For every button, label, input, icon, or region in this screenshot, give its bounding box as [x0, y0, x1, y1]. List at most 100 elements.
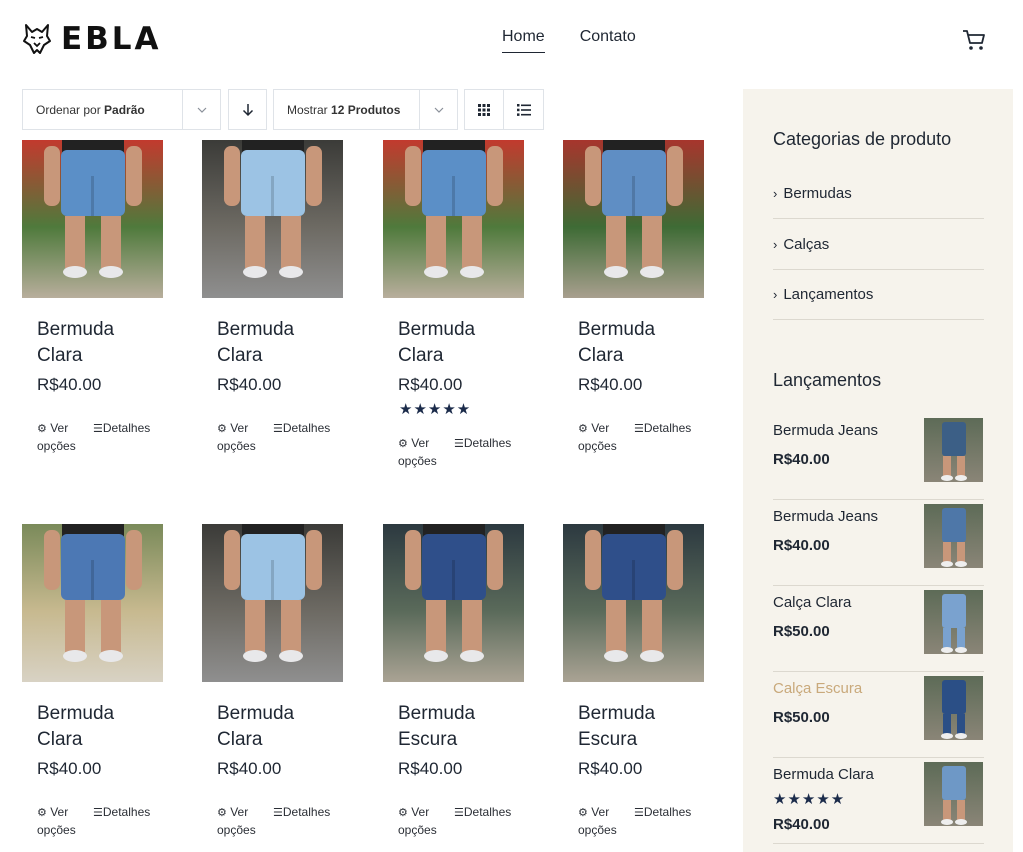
- product-image[interactable]: [22, 140, 163, 298]
- product-title[interactable]: Bermuda Clara: [217, 317, 327, 369]
- details-label: Detalhes: [282, 421, 331, 435]
- product-price: R$40.00: [398, 759, 463, 778]
- product-price: R$40.00: [37, 759, 102, 778]
- chevron-right-icon: ›: [773, 237, 778, 252]
- category-link-lancamentos[interactable]: › Lançamentos: [773, 270, 984, 320]
- product-card[interactable]: Bermuda Clara R$40.00 ⚙ Ver opções ☰Detalhe…: [202, 524, 343, 852]
- product-title[interactable]: Bermuda Escura: [398, 701, 508, 753]
- product-card[interactable]: Bermuda Clara R$40.00 ⚙ Ver opções ☰Detalhe…: [202, 140, 343, 470]
- details-link[interactable]: ☰Detalhes: [273, 804, 330, 822]
- details-link[interactable]: ☰Detalhes: [634, 420, 691, 438]
- view-options-link[interactable]: ⚙ Ver opções: [37, 804, 92, 839]
- gear-icon: ⚙: [217, 807, 227, 819]
- view-options-link[interactable]: ⚙ Ver opções: [217, 804, 272, 839]
- category-label: Lançamentos: [783, 286, 874, 303]
- launch-item[interactable]: Bermuda Jeans R$40.00: [773, 414, 984, 500]
- launch-thumbnail[interactable]: [924, 590, 983, 654]
- show-count-select[interactable]: Mostrar 12 Produtos: [273, 89, 458, 130]
- product-image[interactable]: [563, 140, 704, 298]
- launch-name[interactable]: Bermuda Jeans: [773, 508, 878, 525]
- details-label: Detalhes: [463, 805, 512, 819]
- product-card[interactable]: Bermuda Clara R$40.00 ⚙ Ver opções ☰Detalhe…: [563, 140, 704, 470]
- details-link[interactable]: ☰Detalhes: [454, 804, 511, 822]
- view-options-link[interactable]: ⚙ Ver opções: [578, 804, 633, 839]
- details-label: Detalhes: [282, 805, 331, 819]
- product-price: R$40.00: [217, 759, 282, 778]
- launch-name[interactable]: Calça Escura: [773, 680, 862, 697]
- rating-stars: ★★★★★: [773, 791, 846, 808]
- chevron-down-icon: [419, 90, 457, 129]
- details-link[interactable]: ☰Detalhes: [93, 420, 150, 438]
- list-icon: ☰: [634, 807, 644, 819]
- product-image[interactable]: [563, 524, 704, 682]
- launch-thumbnail[interactable]: [924, 504, 983, 568]
- view-options-link[interactable]: ⚙ Ver opções: [217, 420, 272, 455]
- launch-price: R$50.00: [773, 709, 830, 726]
- category-link-bermudas[interactable]: › Bermudas: [773, 169, 984, 219]
- product-title[interactable]: Bermuda Clara: [217, 701, 327, 753]
- product-image[interactable]: [202, 524, 343, 682]
- details-link[interactable]: ☰Detalhes: [93, 804, 150, 822]
- product-title[interactable]: Bermuda Clara: [578, 317, 688, 369]
- gear-icon: ⚙: [578, 423, 588, 435]
- details-link[interactable]: ☰Detalhes: [454, 435, 511, 453]
- launch-name[interactable]: Calça Clara: [773, 594, 851, 611]
- product-image[interactable]: [383, 524, 524, 682]
- product-title[interactable]: Bermuda Clara: [398, 317, 508, 369]
- category-link-calcas[interactable]: › Calças: [773, 220, 984, 270]
- launch-thumbnail[interactable]: [924, 676, 983, 740]
- details-label: Detalhes: [643, 421, 692, 435]
- view-options-link[interactable]: ⚙ Ver opções: [37, 420, 92, 455]
- sort-value: Padrão: [104, 102, 145, 117]
- launch-thumbnail[interactable]: [924, 762, 983, 826]
- sort-select[interactable]: Ordenar por Padrão: [22, 89, 221, 130]
- launch-price: R$50.00: [773, 623, 830, 640]
- product-card[interactable]: Bermuda Escura R$40.00 ⚙ Ver opções ☰Detalh…: [563, 524, 704, 852]
- launch-item[interactable]: Bermuda Jeans R$40.00: [773, 500, 984, 586]
- product-card[interactable]: Bermuda Clara R$40.00 ⚙ Ver opções ☰Detalhe…: [22, 140, 163, 470]
- launch-price: R$40.00: [773, 537, 830, 554]
- list-icon: ☰: [634, 423, 644, 435]
- product-title[interactable]: Bermuda Clara: [37, 701, 147, 753]
- product-card[interactable]: Bermuda Escura R$40.00 ⚙ Ver opções ☰Detalh…: [383, 524, 524, 852]
- launch-item[interactable]: Calça Escura R$50.00: [773, 672, 984, 758]
- product-card[interactable]: Bermuda Clara R$40.00 ⚙ Ver opções ☰Detalhe…: [22, 524, 163, 852]
- launch-thumbnail[interactable]: [924, 418, 983, 482]
- view-options-link[interactable]: ⚙ Ver opções: [398, 435, 453, 470]
- view-options-link[interactable]: ⚙ Ver opções: [398, 804, 453, 839]
- product-image[interactable]: [383, 140, 524, 298]
- product-price: R$40.00: [217, 375, 282, 394]
- details-link[interactable]: ☰Detalhes: [273, 420, 330, 438]
- gear-icon: ⚙: [37, 807, 47, 819]
- cart-icon[interactable]: [962, 29, 986, 51]
- launch-price: R$40.00: [773, 816, 830, 833]
- brand-logo[interactable]: EBLA: [22, 22, 162, 56]
- launch-item[interactable]: Bermuda Clara ★★★★★ R$40.00: [773, 758, 984, 844]
- grid-view-button[interactable]: [464, 89, 504, 130]
- nav-home-link[interactable]: Home: [502, 28, 545, 53]
- product-image[interactable]: [202, 140, 343, 298]
- list-view-button[interactable]: [503, 89, 544, 130]
- product-image[interactable]: [22, 524, 163, 682]
- sort-direction-button[interactable]: [228, 89, 267, 130]
- chevron-right-icon: ›: [773, 186, 778, 201]
- product-title[interactable]: Bermuda Escura: [578, 701, 688, 753]
- details-link[interactable]: ☰Detalhes: [634, 804, 691, 822]
- gear-icon: ⚙: [37, 423, 47, 435]
- launch-item[interactable]: Calça Clara R$50.00: [773, 586, 984, 672]
- list-icon: ☰: [454, 438, 464, 450]
- grid-view-icon: [478, 103, 490, 116]
- list-icon: ☰: [273, 423, 283, 435]
- nav-contato-link[interactable]: Contato: [580, 28, 636, 53]
- launch-name[interactable]: Bermuda Clara: [773, 766, 874, 783]
- launches-heading: Lançamentos: [773, 370, 882, 390]
- product-card[interactable]: Bermuda Clara R$40.00 ★★★★★ ⚙ Ver opções ☰De…: [383, 140, 524, 470]
- show-value: 12 Produtos: [331, 102, 401, 117]
- gear-icon: ⚙: [398, 807, 408, 819]
- rating-stars: ★★★★★: [399, 401, 472, 418]
- view-options-link[interactable]: ⚙ Ver opções: [578, 420, 633, 455]
- product-price: R$40.00: [37, 375, 102, 394]
- launch-name[interactable]: Bermuda Jeans: [773, 422, 878, 439]
- show-label: Mostrar: [287, 102, 328, 117]
- product-title[interactable]: Bermuda Clara: [37, 317, 147, 369]
